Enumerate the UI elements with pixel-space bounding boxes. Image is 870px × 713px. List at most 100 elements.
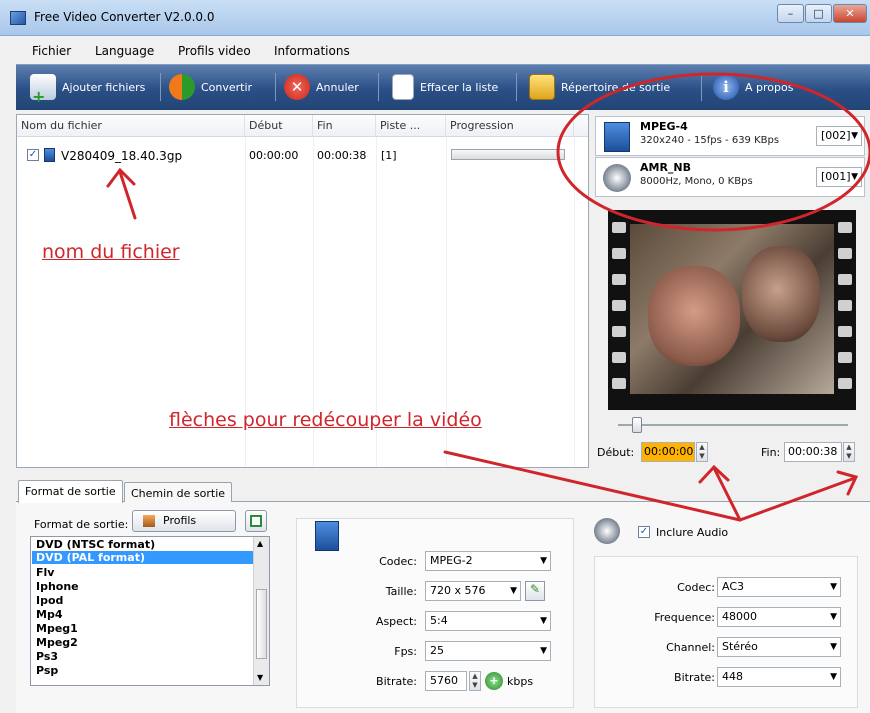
aspect-value: 5:4 — [430, 614, 448, 627]
annotation-file-name: nom du fichier — [42, 241, 180, 263]
list-item[interactable]: Ps3 — [36, 650, 58, 663]
progress-bar — [451, 149, 565, 160]
video-stream-select[interactable]: [002] ▼ — [816, 126, 862, 146]
cancel-button[interactable]: ✕ Annuler — [284, 71, 359, 103]
audio-codec-value: AC3 — [722, 580, 745, 593]
fps-select[interactable]: 25 ▼ — [425, 641, 551, 661]
include-audio-label: Inclure Audio — [656, 526, 729, 539]
output-folder-button[interactable]: Répertoire de sortie — [529, 71, 670, 103]
profils-button[interactable]: Profils — [132, 510, 236, 532]
audio-stream-select[interactable]: [001] ▼ — [816, 167, 862, 187]
header-track[interactable]: Piste ... — [376, 115, 446, 137]
maximize-button[interactable]: □ — [805, 4, 832, 23]
chevron-down-icon: ▼ — [830, 672, 837, 682]
edit-size-icon[interactable]: ✎ — [525, 581, 545, 601]
scroll-up-icon[interactable]: ▲ — [257, 539, 263, 548]
audio-settings: Codec: AC3 ▼ Frequence: 48000 ▼ Channel: S… — [594, 556, 858, 708]
minimize-button[interactable]: – — [777, 4, 804, 23]
aspect-select[interactable]: 5:4 ▼ — [425, 611, 551, 631]
fps-label: Fps: — [394, 645, 417, 658]
add-icon[interactable]: + — [485, 672, 503, 690]
convert-button[interactable]: Convertir — [169, 71, 252, 103]
end-spinner[interactable]: ▲ ▼ — [843, 442, 855, 462]
video-settings-icon — [315, 521, 339, 551]
end-cell: 00:00:38 — [317, 149, 367, 162]
video-stream[interactable]: MPEG-4 320x240 - 15fps - 639 KBps [002] ▼ — [595, 116, 865, 156]
menu-informations[interactable]: Informations — [274, 44, 350, 58]
video-codec-select[interactable]: MPEG-2 ▼ — [425, 551, 551, 571]
toolbar-separator — [378, 73, 379, 101]
clear-list-icon — [392, 74, 414, 100]
start-spinner[interactable]: ▲ ▼ — [696, 442, 708, 462]
file-checkbox[interactable]: ✓ — [27, 149, 39, 161]
add-files-button[interactable]: + Ajouter fichiers — [30, 71, 145, 106]
app-icon — [10, 11, 26, 25]
annotation-trim-arrows: flèches pour redécouper la vidéo — [169, 409, 482, 431]
header-file-name[interactable]: Nom du fichier — [17, 115, 245, 137]
menu-language[interactable]: Language — [95, 44, 154, 58]
about-label: A propos — [745, 80, 794, 94]
list-item-selected[interactable]: DVD (PAL format) — [32, 551, 255, 564]
audio-speaker-icon — [594, 518, 620, 544]
close-button[interactable]: ✕ — [833, 4, 867, 23]
list-item[interactable]: Ipod — [36, 594, 63, 607]
end-label: Fin: — [761, 446, 781, 459]
header-end[interactable]: Fin — [313, 115, 376, 137]
cancel-icon: ✕ — [284, 74, 310, 100]
save-profile-button[interactable] — [245, 510, 267, 532]
menu-bar: Fichier Language Profils video Informati… — [16, 40, 870, 62]
chevron-down-icon: ▼ — [830, 612, 837, 622]
about-button[interactable]: i A propos — [713, 71, 793, 103]
chevron-down-icon: ▼ — [540, 556, 547, 566]
list-item[interactable]: Mpeg2 — [36, 636, 78, 649]
trim-slider[interactable] — [618, 417, 848, 433]
header-start[interactable]: Début — [245, 115, 313, 137]
fps-value: 25 — [430, 644, 444, 657]
tab-output-path[interactable]: Chemin de sortie — [124, 482, 233, 502]
settings-panel: Format de sortie Chemin de sortie Format… — [16, 480, 870, 713]
list-item[interactable]: Psp — [36, 664, 58, 677]
clear-list-button[interactable]: Effacer la liste — [392, 71, 498, 103]
bitrate-spinner[interactable]: ▲ ▼ — [469, 671, 481, 691]
file-list[interactable]: Nom du fichier Début Fin Piste ... Progr… — [16, 114, 589, 468]
start-label: Début: — [597, 446, 635, 459]
menu-fichier[interactable]: Fichier — [32, 44, 71, 58]
tab-output-format[interactable]: Format de sortie — [18, 480, 123, 503]
list-item[interactable]: DVD (NTSC format) — [36, 538, 155, 551]
frequency-select[interactable]: 48000 ▼ — [717, 607, 841, 627]
folder-icon — [529, 74, 555, 100]
end-time-input[interactable]: 00:00:38 — [784, 442, 842, 462]
add-files-icon: + — [30, 74, 56, 106]
frequency-value: 48000 — [722, 610, 757, 623]
profile-icon — [143, 515, 155, 527]
start-time-input[interactable]: 00:00:00 — [641, 442, 695, 462]
chevron-down-icon: ▼ — [851, 172, 858, 182]
video-stream-id: [002] — [821, 129, 851, 142]
list-item[interactable]: Flv — [36, 566, 54, 579]
menu-profils-video[interactable]: Profils video — [178, 44, 251, 58]
list-item[interactable]: Iphone — [36, 580, 79, 593]
scroll-down-icon[interactable]: ▼ — [257, 673, 263, 682]
scroll-thumb[interactable] — [256, 589, 267, 659]
size-label: Taille: — [385, 585, 417, 598]
frequency-label: Frequence: — [654, 611, 715, 624]
format-list[interactable]: DVD (NTSC format) DVD (PAL format) Flv I… — [30, 536, 270, 686]
channel-select[interactable]: Stéréo ▼ — [717, 637, 841, 657]
audio-codec-select[interactable]: AC3 ▼ — [717, 577, 841, 597]
audio-stream[interactable]: AMR_NB 8000Hz, Mono, 0 KBps [001] ▼ — [595, 157, 865, 197]
audio-bitrate-select[interactable]: 448 ▼ — [717, 667, 841, 687]
header-progress[interactable]: Progression — [446, 115, 574, 137]
chevron-down-icon: ▼ — [830, 642, 837, 652]
include-audio-checkbox[interactable]: ✓ — [638, 526, 650, 538]
list-item[interactable]: Mp4 — [36, 608, 62, 621]
list-item[interactable]: Mpeg1 — [36, 622, 78, 635]
list-scrollbar[interactable]: ▲ ▼ — [253, 537, 269, 685]
size-select[interactable]: 720 x 576 ▼ — [425, 581, 521, 601]
audio-bitrate-label: Bitrate: — [674, 671, 715, 684]
video-stream-desc: 320x240 - 15fps - 639 KBps — [640, 135, 780, 146]
audio-speaker-icon — [603, 164, 631, 192]
video-bitrate-input[interactable]: 5760 — [425, 671, 467, 691]
slider-thumb[interactable] — [632, 417, 642, 433]
start-cell: 00:00:00 — [249, 149, 299, 162]
video-codec-value: MPEG-2 — [430, 554, 473, 567]
